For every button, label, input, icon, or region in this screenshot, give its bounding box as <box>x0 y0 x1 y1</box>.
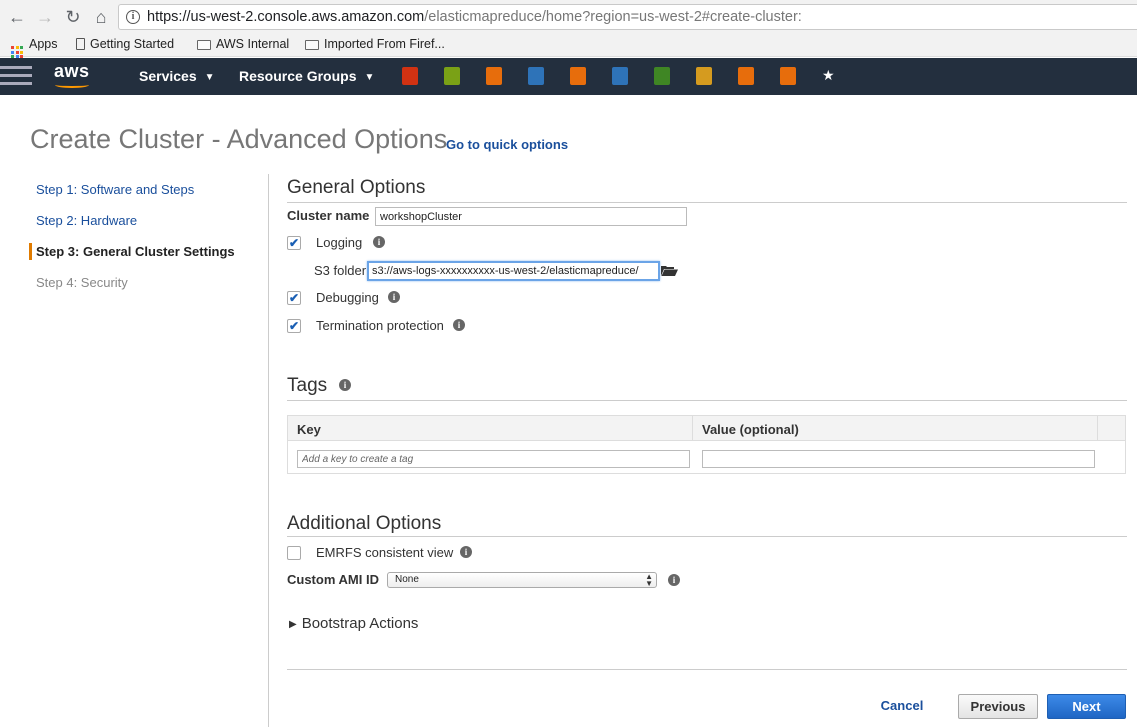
url-path: /elasticmapreduce/home?region=us-west-2#… <box>424 9 802 25</box>
section-divider <box>287 536 1127 537</box>
section-divider <box>287 669 1127 670</box>
expand-triangle-icon: ▶ <box>289 619 297 630</box>
step-security: Step 4: Security <box>36 275 128 290</box>
emrfs-consistent-view-label: EMRFS consistent view <box>316 545 454 560</box>
cluster-name-input[interactable] <box>375 207 687 226</box>
address-bar[interactable]: i https://us-west-2.console.aws.amazon.c… <box>118 4 1137 30</box>
step-general-cluster-settings: Step 3: General Cluster Settings <box>36 244 235 259</box>
home-icon[interactable]: ⌂ <box>90 6 112 28</box>
select-arrows-icon: ▲ ▼ <box>645 572 653 588</box>
cluster-name-label: Cluster name <box>287 208 370 223</box>
s3-folder-input[interactable] <box>367 261 660 281</box>
bookmark-aws-internal[interactable]: AWS Internal <box>197 37 289 51</box>
aws-service-shortcut-icon[interactable] <box>528 67 544 85</box>
resource-groups-menu[interactable]: Resource Groups ▼ <box>239 68 374 84</box>
browse-folder-icon[interactable] <box>661 265 678 276</box>
custom-ami-id-value: None <box>395 574 419 585</box>
info-icon[interactable]: i <box>373 236 385 248</box>
termination-protection-checkbox[interactable]: ✔ <box>287 319 301 333</box>
s3-folder-label: S3 folder <box>314 263 367 278</box>
tags-table-header: Key Value (optional) <box>288 416 1125 441</box>
bookmark-label: Apps <box>29 37 58 51</box>
debugging-checkbox[interactable]: ✔ <box>287 291 301 305</box>
column-header-key: Key <box>297 422 321 437</box>
column-header-value: Value (optional) <box>702 422 799 437</box>
aws-service-shortcut-icon[interactable] <box>780 67 796 85</box>
bookmark-label: Getting Started <box>90 37 175 51</box>
aws-service-shortcut-icon[interactable] <box>402 67 418 85</box>
site-info-icon[interactable]: i <box>126 10 140 24</box>
bookmark-label: Imported From Firef... <box>324 37 445 51</box>
hamburger-icon[interactable] <box>0 66 32 90</box>
bookmark-label: AWS Internal <box>216 37 290 51</box>
info-icon[interactable]: i <box>339 379 351 391</box>
bookmark-imported[interactable]: Imported From Firef... <box>305 37 445 51</box>
bookmark-getting-started[interactable]: Getting Started <box>76 37 174 51</box>
section-divider <box>287 400 1127 401</box>
page-icon <box>76 38 85 50</box>
folder-icon <box>305 40 319 50</box>
logging-checkbox[interactable]: ✔ <box>287 236 301 250</box>
previous-button[interactable]: Previous <box>958 694 1038 719</box>
url-text: https://us-west-2.console.aws.amazon.com… <box>147 9 802 25</box>
active-step-marker <box>29 243 32 260</box>
column-separator <box>692 416 693 441</box>
browser-toolbar: ← → ↻ ⌂ i https://us-west-2.console.aws.… <box>0 0 1137 33</box>
step-hardware[interactable]: Step 2: Hardware <box>36 213 137 228</box>
column-separator <box>1097 416 1098 441</box>
aws-service-shortcut-icon[interactable] <box>570 67 586 85</box>
sidebar-divider <box>268 174 269 727</box>
general-options-heading: General Options <box>287 177 426 198</box>
info-icon[interactable]: i <box>668 574 680 586</box>
bootstrap-actions-label: Bootstrap Actions <box>301 615 419 632</box>
aws-service-shortcut-icon[interactable] <box>612 67 628 85</box>
apps-grid-icon <box>11 46 23 58</box>
additional-options-heading: Additional Options <box>287 513 442 534</box>
bookmarks-bar: Apps Getting Started AWS Internal Import… <box>0 33 1137 58</box>
reload-icon[interactable]: ↻ <box>62 6 84 28</box>
tags-heading: Tags <box>287 375 328 396</box>
info-icon[interactable]: i <box>453 319 465 331</box>
caret-down-icon: ▼ <box>204 72 215 83</box>
resource-groups-label: Resource Groups <box>239 68 357 84</box>
url-host: https://us-west-2.console.aws.amazon.com <box>147 9 425 25</box>
aws-service-shortcut-icon[interactable] <box>444 67 460 85</box>
tag-value-input[interactable] <box>702 450 1095 468</box>
tags-table: Key Value (optional) <box>287 415 1126 474</box>
aws-smile-icon <box>55 82 89 88</box>
custom-ami-id-select[interactable]: None ▲ ▼ <box>387 572 657 588</box>
cancel-button[interactable]: Cancel <box>870 694 934 719</box>
aws-service-shortcut-icon[interactable] <box>696 67 712 85</box>
aws-logo[interactable]: aws <box>54 61 90 82</box>
aws-service-shortcut-icon[interactable] <box>738 67 754 85</box>
debugging-label: Debugging <box>316 290 379 305</box>
caret-down-icon: ▼ <box>364 72 375 83</box>
aws-service-shortcut-icon[interactable]: ★ <box>822 67 838 85</box>
logging-label: Logging <box>316 235 363 250</box>
section-divider <box>287 202 1127 203</box>
next-button[interactable]: Next <box>1047 694 1126 719</box>
bookmark-apps[interactable]: Apps <box>11 37 58 58</box>
services-label: Services <box>139 68 197 84</box>
folder-icon <box>197 40 211 50</box>
services-menu[interactable]: Services ▼ <box>139 68 215 84</box>
aws-navbar: aws Services ▼ Resource Groups ▼ ★ <box>0 58 1137 95</box>
aws-service-shortcut-icon[interactable] <box>654 67 670 85</box>
custom-ami-id-label: Custom AMI ID <box>287 572 379 587</box>
back-arrow-icon[interactable]: ← <box>6 6 28 28</box>
tag-key-input[interactable] <box>297 450 690 468</box>
forward-arrow-icon[interactable]: → <box>34 6 56 28</box>
step-software-and-steps[interactable]: Step 1: Software and Steps <box>36 182 194 197</box>
info-icon[interactable]: i <box>460 546 472 558</box>
info-icon[interactable]: i <box>388 291 400 303</box>
bootstrap-actions-toggle[interactable]: ▶ Bootstrap Actions <box>289 615 418 632</box>
emrfs-consistent-view-checkbox[interactable] <box>287 546 301 560</box>
quick-options-link[interactable]: Go to quick options <box>446 137 568 152</box>
page-title: Create Cluster - Advanced Options <box>30 124 448 154</box>
aws-service-shortcut-icon[interactable] <box>486 67 502 85</box>
termination-protection-label: Termination protection <box>316 318 444 333</box>
